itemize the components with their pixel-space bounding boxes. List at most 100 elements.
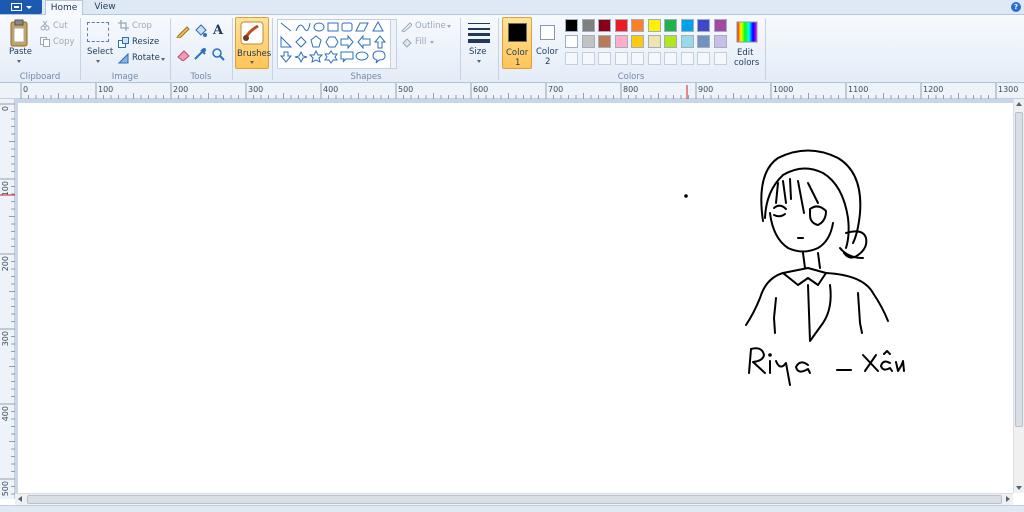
palette-color[interactable] [581,19,595,32]
custom-color-slot[interactable] [680,52,694,65]
select-icon[interactable] [87,22,109,42]
palette-color[interactable] [598,35,611,48]
shapes-icons [279,20,387,64]
palette-color[interactable] [614,35,628,48]
color-picker-icon[interactable] [193,47,207,61]
horizontal-ruler: 0 100 200 300 400 500 600 700 800 900 1000 1100 1200… [0,83,1024,99]
custom-color-slot[interactable] [713,52,727,65]
help-icon[interactable]: ? [1011,2,1021,12]
tab-home[interactable]: Home [45,0,83,16]
palette-color[interactable] [565,19,578,32]
custom-color-slot[interactable] [565,52,578,65]
paste-chevron-icon[interactable] [17,60,21,63]
scroll-right-icon[interactable] [1006,496,1010,502]
image-group: Select Crop Resize Rotate Image [81,15,169,83]
color-palette [565,19,731,69]
outline-chevron-icon[interactable] [447,25,451,28]
rotate-button[interactable]: Rotate [132,53,160,63]
color1-label: Color [506,48,529,58]
palette-color[interactable] [647,19,661,32]
color1-number: 1 [515,58,521,68]
shapes-group-label: Shapes [350,72,382,82]
brushes-chevron-icon [250,61,254,64]
palette-color[interactable] [631,35,644,48]
ruler-label: 800 [623,85,638,94]
menu-icon [11,3,22,11]
divider [765,18,766,80]
outline-icon [401,22,412,32]
custom-color-slot[interactable] [614,52,628,65]
color2-button[interactable]: Color 2 [534,17,562,69]
palette-color[interactable] [680,19,694,32]
palette-color[interactable] [713,35,727,48]
palette-color[interactable] [697,35,710,48]
ruler-label: 100 [98,85,113,94]
magnifier-icon[interactable] [211,47,225,61]
palette-color[interactable] [565,35,578,48]
ruler-label: 600 [473,85,488,94]
palette-color[interactable] [713,19,727,32]
custom-color-slot[interactable] [631,52,644,65]
resize-icon [118,37,129,48]
scroll-left-icon[interactable] [18,496,22,502]
custom-color-slot[interactable] [697,52,710,65]
color1-button[interactable]: Color 1 [502,17,532,69]
divider [232,18,233,80]
palette-color[interactable] [631,19,644,32]
fill-icon [402,38,412,48]
color2-swatch [540,25,555,40]
custom-color-slot[interactable] [581,52,595,65]
cut-button[interactable]: Cut [53,21,68,31]
pencil-icon[interactable] [176,24,190,38]
palette-color[interactable] [598,19,611,32]
scroll-down-icon[interactable] [1016,486,1022,490]
crop-button[interactable]: Crop [132,21,152,31]
brushes-button[interactable]: Brushes [235,17,271,69]
palette-color[interactable] [697,19,710,32]
drawing-canvas[interactable] [18,103,1016,493]
custom-color-slot[interactable] [598,52,611,65]
fill-button[interactable]: Fill [415,37,426,47]
brush-icon [240,21,264,45]
size-group: Size [461,15,497,83]
canvas-workspace [15,99,1016,493]
size-button[interactable]: Size [465,19,493,69]
palette-color[interactable] [647,35,661,48]
copy-button[interactable]: Copy [53,37,75,47]
palette-color[interactable] [581,35,595,48]
scissors-icon [40,21,50,31]
size-label: Size [469,47,487,57]
vertical-scrollbar[interactable] [1013,99,1024,493]
resize-button[interactable]: Resize [132,37,159,47]
edit-colors-button[interactable]: Edit colors [733,19,761,71]
status-bar [0,505,1024,512]
rotate-chevron-icon[interactable] [161,58,165,61]
outline-button[interactable]: Outline [415,21,446,31]
shapes-gallery[interactable] [277,19,391,69]
custom-color-slot[interactable] [664,52,677,65]
custom-color-slot[interactable] [647,52,661,65]
ruler-label: 500 [398,85,413,94]
paint-menu-button[interactable] [0,0,42,14]
select-chevron-icon[interactable] [96,60,100,63]
scroll-up-icon[interactable] [1016,102,1022,106]
vertical-scroll-thumb[interactable] [1015,112,1023,427]
fill-chevron-icon[interactable] [430,41,434,44]
color-wheel-icon [736,21,758,43]
shapes-scroll[interactable] [390,19,397,69]
ruler-label: 1100 [848,85,868,94]
tab-view[interactable]: View [88,0,122,15]
clipboard-group-label: Clipboard [19,72,61,82]
palette-color[interactable] [614,19,628,32]
select-label[interactable]: Select [87,47,113,57]
palette-color[interactable] [680,35,694,48]
ruler-label: 0 [23,85,28,94]
horizontal-scrollbar[interactable] [15,493,1013,505]
palette-color[interactable] [664,19,677,32]
text-tool-icon[interactable]: A [213,23,223,38]
colors-group: Color 1 Color 2 Edit colors Colors [499,15,763,83]
palette-color[interactable] [664,35,677,48]
fill-bucket-icon[interactable] [193,24,207,38]
horizontal-scroll-thumb[interactable] [27,495,1002,504]
eraser-icon[interactable] [176,47,190,61]
